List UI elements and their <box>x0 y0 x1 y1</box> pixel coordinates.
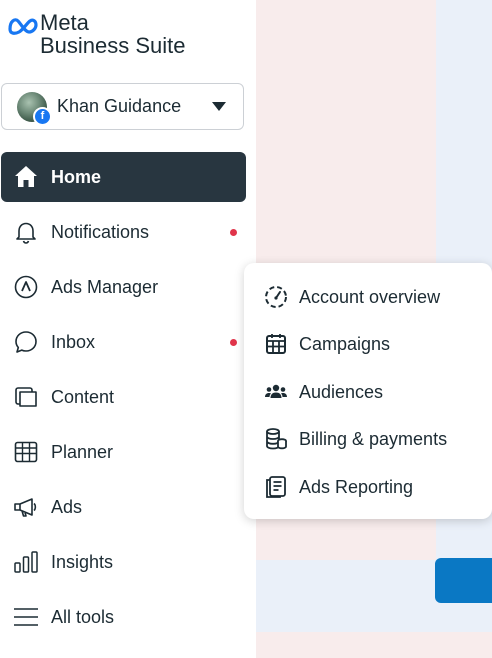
submenu-label: Campaigns <box>299 333 391 354</box>
submenu-label: Account overview <box>299 286 441 307</box>
nav-item-ads[interactable]: Ads <box>1 482 246 532</box>
meta-business-suite-logo[interactable]: Meta Business Suite <box>6 12 186 57</box>
account-avatar: f <box>17 91 52 126</box>
megaphone-icon <box>13 494 39 520</box>
bell-icon <box>13 219 39 245</box>
gauge-icon <box>264 285 288 309</box>
notification-dot <box>230 339 237 346</box>
nav-label: Ads Manager <box>51 276 159 297</box>
chevron-down-icon <box>212 102 226 111</box>
report-icon <box>264 475 288 499</box>
nav-item-notifications[interactable]: Notifications <box>1 207 246 257</box>
content-panel-footer <box>256 632 492 658</box>
nav-label: All tools <box>51 606 115 627</box>
primary-action-button[interactable] <box>435 558 492 603</box>
coins-icon <box>264 427 288 451</box>
campaign-calendar-icon <box>264 332 288 356</box>
bar-chart-icon <box>13 549 39 575</box>
sidebar: Meta Business Suite f Khan Guidance Home… <box>0 0 256 658</box>
nav-item-content[interactable]: Content <box>1 372 246 422</box>
nav-label: Ads <box>51 496 83 517</box>
nav-label: Planner <box>51 441 114 462</box>
brand-line1: Meta <box>40 10 89 35</box>
content-icon <box>13 384 39 410</box>
facebook-icon: f <box>33 106 52 126</box>
ads-manager-submenu: Account overview Campaigns Audiences Bil… <box>244 263 492 519</box>
nav-item-all-tools[interactable]: All tools <box>1 592 246 642</box>
nav-item-insights[interactable]: Insights <box>1 537 246 587</box>
nav-item-home[interactable]: Home <box>1 152 246 202</box>
submenu-item-billing-payments[interactable]: Billing & payments <box>264 424 447 454</box>
nav-item-inbox[interactable]: Inbox <box>1 317 246 367</box>
submenu-label: Ads Reporting <box>299 476 414 497</box>
submenu-label: Billing & payments <box>299 428 448 449</box>
nav-label: Home <box>51 166 102 187</box>
submenu-item-account-overview[interactable]: Account overview <box>264 282 440 312</box>
meta-logo-icon <box>6 15 40 37</box>
account-name: Khan Guidance <box>57 96 182 116</box>
home-icon <box>13 164 39 190</box>
people-icon <box>264 380 288 404</box>
chat-bubble-icon <box>13 329 39 355</box>
menu-icon <box>13 604 39 630</box>
submenu-label: Audiences <box>299 381 384 402</box>
account-selector[interactable]: f Khan Guidance <box>1 83 244 130</box>
brand-line2: Business Suite <box>40 33 186 58</box>
submenu-item-audiences[interactable]: Audiences <box>264 377 383 407</box>
nav-item-ads-manager[interactable]: Ads Manager <box>1 262 246 312</box>
nav-label: Inbox <box>51 331 96 352</box>
nav-label: Notifications <box>51 221 150 242</box>
notification-dot <box>230 229 237 236</box>
nav-label: Insights <box>51 551 114 572</box>
calendar-grid-icon <box>13 439 39 465</box>
submenu-item-ads-reporting[interactable]: Ads Reporting <box>264 472 413 502</box>
ads-manager-icon <box>13 274 39 300</box>
nav-item-planner[interactable]: Planner <box>1 427 246 477</box>
nav-label: Content <box>51 386 115 407</box>
submenu-item-campaigns[interactable]: Campaigns <box>264 329 390 359</box>
